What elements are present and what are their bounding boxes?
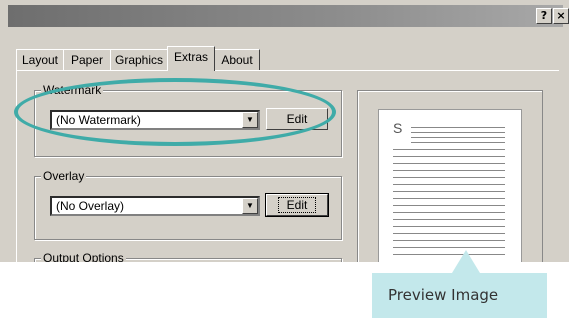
close-button[interactable]: × [553, 8, 569, 24]
overlay-select-value: (No Overlay) [56, 199, 125, 213]
preview-page: S [378, 109, 522, 262]
tab-layout[interactable]: Layout [16, 49, 64, 70]
preview-letter: S [393, 120, 403, 136]
overlay-select[interactable]: (No Overlay) ▼ [50, 196, 260, 216]
text-line [393, 254, 505, 255]
watermark-highlight-ellipse [14, 78, 336, 146]
text-line [393, 163, 505, 164]
tab-extras[interactable]: Extras [167, 46, 215, 71]
text-line [393, 156, 505, 157]
text-line [393, 219, 505, 220]
chevron-down-icon[interactable]: ▼ [242, 198, 258, 214]
text-line [393, 198, 505, 199]
text-line [411, 132, 505, 133]
text-line [393, 170, 505, 171]
text-line [393, 184, 505, 185]
text-line [393, 212, 505, 213]
tab-graphics[interactable]: Graphics [110, 49, 168, 70]
help-button[interactable]: ? [536, 8, 552, 24]
overlay-edit-button[interactable]: Edit [265, 193, 329, 217]
output-options-group-label: Output Options [41, 251, 126, 262]
title-bar: ? × [8, 5, 569, 27]
callout-pointer [452, 250, 480, 273]
text-line [393, 149, 505, 150]
text-line [411, 142, 505, 143]
overlay-group-label: Overlay [41, 169, 87, 183]
text-line [393, 240, 505, 241]
text-line [393, 233, 505, 234]
screenshot-area: ? × Layout Paper Graphics Extras About W… [0, 0, 569, 262]
text-line [411, 137, 505, 138]
preview-image-callout: Preview Image [372, 273, 547, 318]
text-line [393, 247, 505, 248]
text-line [393, 191, 505, 192]
text-line [393, 177, 505, 178]
output-options-group: Output Options [34, 251, 342, 262]
tab-paper[interactable]: Paper [63, 49, 111, 70]
preview-panel: S [357, 90, 543, 262]
text-line [411, 127, 505, 128]
text-line [393, 205, 505, 206]
overlay-edit-label: Edit [277, 197, 317, 213]
tab-about[interactable]: About [214, 49, 260, 70]
text-line [393, 226, 505, 227]
